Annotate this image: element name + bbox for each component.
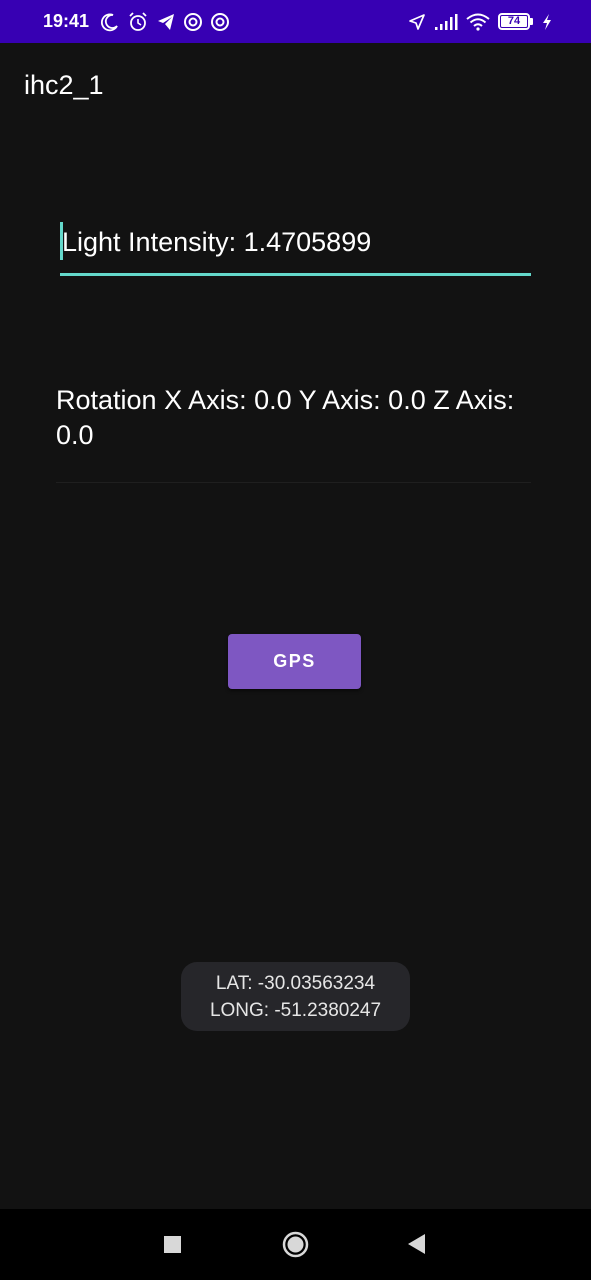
navigation-bar <box>0 1209 591 1280</box>
signal-icon <box>434 13 458 31</box>
recents-square-icon[interactable] <box>163 1235 182 1254</box>
rotation-text: Rotation X Axis: 0.0 Y Axis: 0.0 Z Axis:… <box>56 385 515 450</box>
location-icon <box>408 13 426 31</box>
battery-tip <box>530 18 533 25</box>
at-sign-icon <box>210 12 230 32</box>
status-right: 74 <box>408 13 553 31</box>
battery-icon: 74 <box>498 13 533 30</box>
at-sign-icon <box>183 12 203 32</box>
telegram-icon <box>156 12 176 32</box>
light-intensity-field[interactable]: Light Intensity: 1.4705899 <box>60 218 531 276</box>
location-toast: LAT: -30.03563234 LONG: -51.2380247 <box>181 962 410 1031</box>
wifi-icon <box>466 13 490 31</box>
alarm-icon <box>127 11 149 33</box>
back-triangle-icon[interactable] <box>406 1233 426 1255</box>
rotation-divider <box>56 482 531 483</box>
light-field-underline <box>60 273 531 276</box>
battery-level: 74 <box>501 16 527 27</box>
home-circle-icon[interactable] <box>282 1231 309 1258</box>
app-title: ihc2_1 <box>24 70 104 100</box>
status-bar: 19:41 74 <box>0 0 591 43</box>
light-intensity-text: Light Intensity: 1.4705899 <box>62 227 372 257</box>
charging-icon <box>541 13 553 31</box>
status-left: 19:41 <box>43 11 230 33</box>
toast-longitude: LONG: -51.2380247 <box>209 999 382 1021</box>
status-time: 19:41 <box>43 11 90 31</box>
moon-icon <box>100 12 120 32</box>
gps-button[interactable]: GPS <box>228 634 361 689</box>
battery-body: 74 <box>498 13 530 30</box>
toast-latitude: LAT: -30.03563234 <box>215 972 376 994</box>
